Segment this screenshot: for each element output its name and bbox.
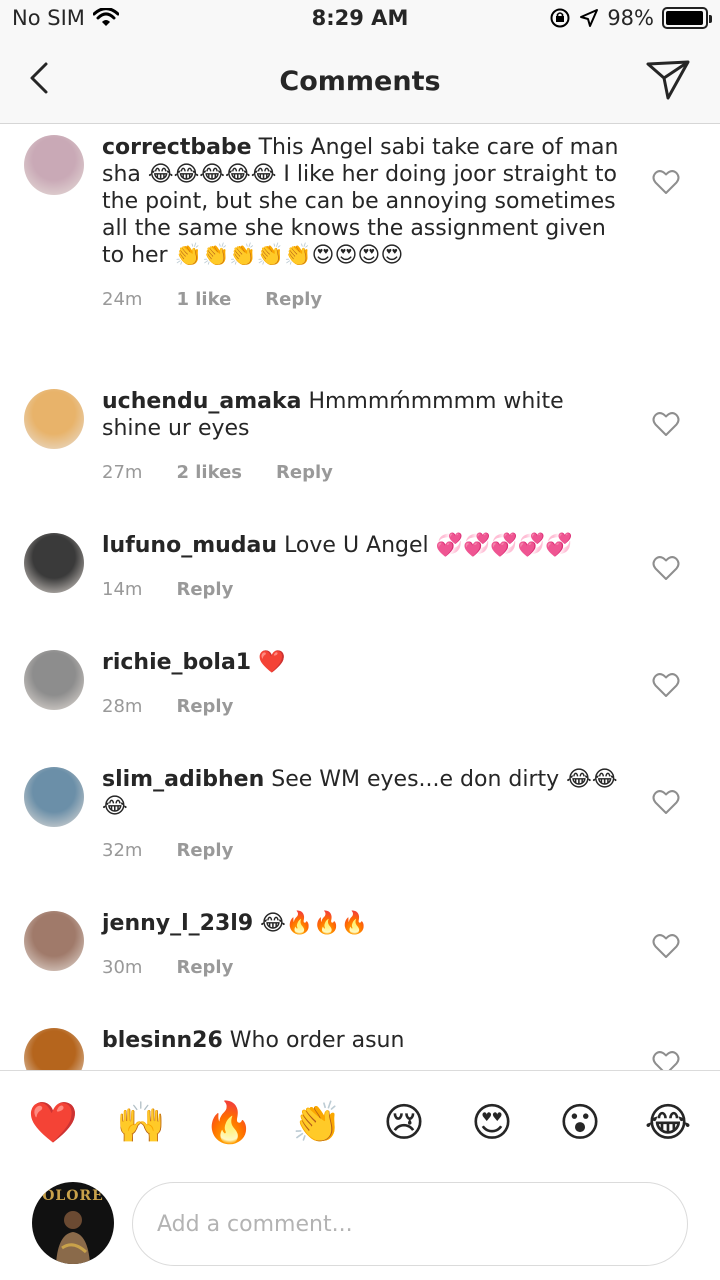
comment-username[interactable]: slim_adibhen xyxy=(102,767,264,792)
comment-likes[interactable]: 2 likes xyxy=(176,459,242,486)
reply-button[interactable]: Reply xyxy=(276,459,333,486)
comment-time: 14m xyxy=(102,579,143,600)
reply-button[interactable]: Reply xyxy=(176,837,233,864)
page-title: Comments xyxy=(279,66,441,97)
comment-text: Who order asun xyxy=(229,1028,405,1053)
reply-button[interactable]: Reply xyxy=(176,693,233,720)
avatar-image xyxy=(24,911,84,971)
comment-username[interactable]: correctbabe xyxy=(102,135,252,160)
reply-button[interactable]: Reply xyxy=(176,954,233,981)
emoji-crying-face[interactable]: 😢 xyxy=(380,1099,428,1147)
comment-time: 32m xyxy=(102,840,143,861)
comment-body: lufuno_mudau Love U Angel 💞💞💞💞💞 14m Repl… xyxy=(102,532,622,603)
comment-text: ❤️ xyxy=(258,650,286,675)
comment-body: richie_bola1 ❤️ 28m Reply xyxy=(102,649,622,720)
battery-nub xyxy=(709,15,712,23)
rotation-lock-icon xyxy=(550,8,570,28)
like-heart-icon[interactable] xyxy=(652,411,680,437)
emoji-red-heart[interactable]: ❤️ xyxy=(28,1099,78,1147)
comment-body: slim_adibhen See WM eyes...e don dirty 😂… xyxy=(102,766,622,864)
avatar[interactable] xyxy=(24,911,84,971)
avatar[interactable] xyxy=(24,1028,84,1070)
comments-list[interactable]: correctbabe This Angel sabi take care of… xyxy=(0,125,720,1070)
emoji-bar: ❤️ 🙌 🔥 👏 😢 😍 😮 😂 xyxy=(0,1070,720,1170)
comment-text: 😂🔥🔥🔥 xyxy=(260,911,369,936)
comment-time: 24m xyxy=(102,289,143,310)
reply-button[interactable]: Reply xyxy=(176,576,233,603)
like-heart-icon[interactable] xyxy=(652,789,680,815)
send-button[interactable] xyxy=(644,58,692,102)
emoji-heart-eyes[interactable]: 😍 xyxy=(468,1099,516,1147)
emoji-surprised-face[interactable]: 😮 xyxy=(556,1099,604,1147)
comment-input[interactable] xyxy=(132,1182,688,1266)
my-avatar[interactable]: OLORE xyxy=(32,1182,114,1264)
comment-meta: 32m Reply xyxy=(102,837,622,864)
avatar-image xyxy=(24,135,84,195)
avatar[interactable] xyxy=(24,135,84,195)
like-heart-icon[interactable] xyxy=(652,672,680,698)
emoji-fire[interactable]: 🔥 xyxy=(204,1099,254,1147)
comment-time: 27m xyxy=(102,462,143,483)
nav-bar: Comments xyxy=(0,40,720,124)
avatar[interactable] xyxy=(24,650,84,710)
comment-meta: 27m 2 likes Reply xyxy=(102,459,622,486)
comment-time: 28m xyxy=(102,696,143,717)
comment-body: blesinn26 Who order asun xyxy=(102,1027,622,1054)
comment-body: jenny_l_23l9 😂🔥🔥🔥 30m Reply xyxy=(102,910,622,981)
comment-meta: 24m 1 like Reply xyxy=(102,286,622,313)
comment-text: Love U Angel 💞💞💞💞💞 xyxy=(284,533,573,558)
comment-username[interactable]: uchendu_amaka xyxy=(102,389,301,414)
battery-icon xyxy=(662,7,712,29)
status-bar: No SIM 8:29 AM 98% xyxy=(0,0,720,40)
avatar[interactable] xyxy=(24,389,84,449)
comment-username[interactable]: blesinn26 xyxy=(102,1028,223,1053)
emoji-tears-of-joy[interactable]: 😂 xyxy=(644,1099,692,1147)
comment-meta: 30m Reply xyxy=(102,954,622,981)
comment-meta: 28m Reply xyxy=(102,693,622,720)
my-avatar-figure xyxy=(56,1211,90,1264)
comment-input-row: OLORE xyxy=(0,1170,720,1280)
avatar-image xyxy=(24,389,84,449)
like-heart-icon[interactable] xyxy=(652,555,680,581)
like-heart-icon[interactable] xyxy=(652,1050,680,1070)
send-icon xyxy=(646,60,690,100)
avatar-image xyxy=(24,650,84,710)
avatar-image xyxy=(24,533,84,593)
battery-percent: 98% xyxy=(607,6,654,30)
emoji-clapping-hands[interactable]: 👏 xyxy=(292,1099,342,1147)
like-heart-icon[interactable] xyxy=(652,933,680,959)
avatar[interactable] xyxy=(24,767,84,827)
comment-likes[interactable]: 1 like xyxy=(176,286,231,313)
like-heart-icon[interactable] xyxy=(652,169,680,195)
comment-meta: 14m Reply xyxy=(102,576,622,603)
reply-button[interactable]: Reply xyxy=(265,286,322,313)
battery-fill xyxy=(666,11,704,25)
comment-time: 30m xyxy=(102,957,143,978)
comment-username[interactable]: richie_bola1 xyxy=(102,650,251,675)
comment-body: uchendu_amaka Hmmmḿmmmm white shine ur e… xyxy=(102,388,622,486)
status-right: 98% xyxy=(549,6,712,30)
comment-username[interactable]: lufuno_mudau xyxy=(102,533,277,558)
avatar-image xyxy=(24,1028,84,1070)
emoji-raising-hands[interactable]: 🙌 xyxy=(116,1099,166,1147)
avatar[interactable] xyxy=(24,533,84,593)
comment-body: correctbabe This Angel sabi take care of… xyxy=(102,134,622,313)
location-arrow-icon xyxy=(580,9,599,27)
avatar-image xyxy=(24,767,84,827)
comment-username[interactable]: jenny_l_23l9 xyxy=(102,911,253,936)
